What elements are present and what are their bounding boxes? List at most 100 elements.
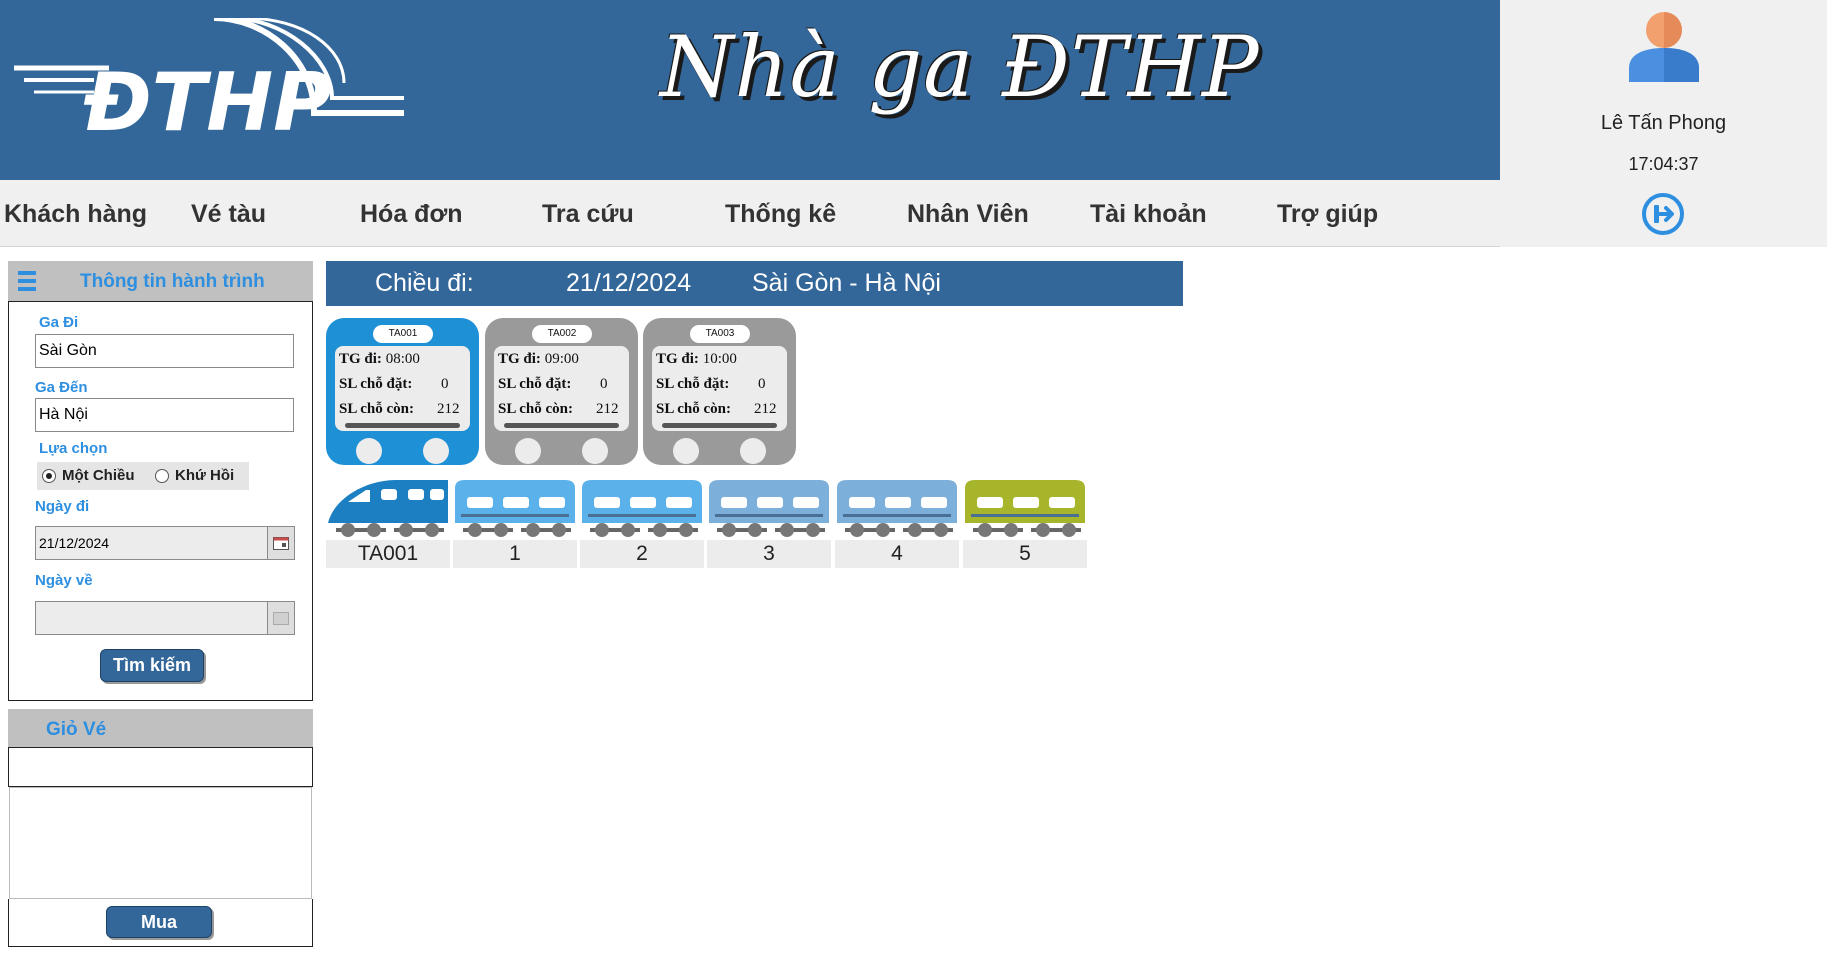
departure-row: TG đi: 08:00 <box>339 351 420 368</box>
booked-label: SL chỗ đặt: <box>498 376 572 392</box>
departure-label: TG đi: <box>656 351 699 367</box>
booked-row: SL chỗ đặt: 0 <box>656 376 766 393</box>
remaining-label: SL chỗ còn: <box>339 401 415 417</box>
booked-label: SL chỗ đặt: <box>339 376 413 392</box>
train-info-panel: TG đi: 09:00 SL chỗ đặt: 0 SL chỗ còn: 212 <box>494 346 629 431</box>
wheel-icon <box>515 438 541 464</box>
menu-nhan-vien[interactable]: Nhân Viên <box>907 200 1029 229</box>
trip-type-group: Một Chiều Khứ Hồi <box>37 462 249 490</box>
booked-row: SL chỗ đặt: 0 <box>339 376 449 393</box>
depart-date-input[interactable]: 21/12/2024 <box>35 526 268 560</box>
train-card[interactable]: TA002 TG đi: 09:00 SL chỗ đặt: 0 SL chỗ còn:… <box>485 318 638 465</box>
train-info-panel: TG đi: 10:00 SL chỗ đặt: 0 SL chỗ còn: 212 <box>652 346 787 431</box>
round-trip-radio[interactable]: Khứ Hồi <box>155 467 234 484</box>
booked-count: 0 <box>758 376 766 392</box>
menu-bar: Khách hàng Vé tàu Hóa đơn Tra cứu Thống … <box>0 180 1500 247</box>
remaining-count: 212 <box>754 401 777 417</box>
to-station-input[interactable] <box>35 398 294 432</box>
train-card[interactable]: TA001 TG đi: 08:00 SL chỗ đặt: 0 SL chỗ còn:… <box>326 318 479 465</box>
departure-time: 10:00 <box>702 351 737 367</box>
remaining-row: SL chỗ còn: 212 <box>498 401 619 418</box>
return-date-label: Ngày về <box>35 572 93 589</box>
train-info-panel: TG đi: 08:00 SL chỗ đặt: 0 SL chỗ còn: 212 <box>335 346 470 431</box>
wheel-icon <box>582 438 608 464</box>
user-avatar-icon <box>1629 12 1699 82</box>
train-car-icon <box>455 480 575 537</box>
car-label: 5 <box>963 540 1087 568</box>
booked-count: 0 <box>441 376 449 392</box>
train-car-icon <box>837 480 957 537</box>
card-divider <box>345 423 460 428</box>
car-label: TA001 <box>326 540 450 568</box>
trip-route: Sài Gòn - Hà Nội <box>752 269 941 297</box>
card-divider <box>504 423 619 428</box>
train-card[interactable]: TA003 TG đi: 10:00 SL chỗ đặt: 0 SL chỗ còn:… <box>643 318 796 465</box>
remaining-count: 212 <box>437 401 460 417</box>
departure-time: 09:00 <box>544 351 579 367</box>
one-way-label: Một Chiều <box>62 467 135 484</box>
train-car[interactable]: 2 <box>580 478 704 568</box>
depart-calendar-button[interactable] <box>267 526 295 560</box>
from-station-input[interactable] <box>35 334 294 368</box>
cart-header: Giỏ Vé <box>8 709 313 747</box>
dthp-logo: ĐTHP <box>14 18 404 138</box>
car-label: 3 <box>707 540 831 568</box>
menu-tai-khoan[interactable]: Tài khoản <box>1090 200 1207 229</box>
departure-row: TG đi: 09:00 <box>498 351 579 368</box>
menu-icon[interactable] <box>18 270 36 292</box>
remaining-row: SL chỗ còn: 212 <box>656 401 777 418</box>
train-code: TA003 <box>690 325 750 343</box>
cart-footer: Mua <box>8 899 313 947</box>
return-calendar-button <box>267 601 295 635</box>
train-code: TA001 <box>373 325 433 343</box>
menu-khach-hang[interactable]: Khách hàng <box>4 200 147 229</box>
trip-header: Chiều đi: 21/12/2024 Sài Gòn - Hà Nội <box>326 261 1183 306</box>
one-way-radio[interactable]: Một Chiều <box>42 467 135 484</box>
cart-summary <box>8 747 313 787</box>
menu-tro-giup[interactable]: Trợ giúp <box>1277 200 1378 229</box>
option-label: Lựa chọn <box>39 440 108 457</box>
header-banner: ĐTHP Nhà ga ĐTHP <box>0 0 1500 180</box>
locomotive[interactable]: TA001 <box>326 478 450 568</box>
train-car[interactable]: 4 <box>835 478 959 568</box>
car-label: 4 <box>835 540 959 568</box>
booked-label: SL chỗ đặt: <box>656 376 730 392</box>
train-car[interactable]: 3 <box>707 478 831 568</box>
direction-label: Chiều đi: <box>375 269 474 297</box>
wheel-icon <box>673 438 699 464</box>
departure-label: TG đi: <box>339 351 382 367</box>
menu-thong-ke[interactable]: Thống kê <box>725 200 836 229</box>
user-name: Lê Tấn Phong <box>1600 112 1727 134</box>
remaining-label: SL chỗ còn: <box>498 401 574 417</box>
departure-row: TG đi: 10:00 <box>656 351 737 368</box>
wheel-icon <box>423 438 449 464</box>
cart-list[interactable] <box>9 787 312 899</box>
calendar-disabled-icon <box>273 612 289 625</box>
car-label: 1 <box>453 540 577 568</box>
train-car[interactable]: 5 <box>963 478 1087 568</box>
depart-date-label: Ngày đi <box>35 498 90 515</box>
menu-hoa-don[interactable]: Hóa đơn <box>360 200 463 229</box>
search-button[interactable]: Tìm kiếm <box>100 649 204 682</box>
app-title: Nhà ga ĐTHP <box>660 18 1260 116</box>
booked-row: SL chỗ đặt: 0 <box>498 376 608 393</box>
departure-time: 08:00 <box>385 351 420 367</box>
user-panel: Lê Tấn Phong 17:04:37 <box>1500 0 1827 247</box>
remaining-count: 212 <box>596 401 619 417</box>
journey-panel-title: Thông tin hành trình <box>80 271 265 292</box>
logout-icon[interactable] <box>1641 192 1685 236</box>
radio-selected-icon <box>42 468 56 483</box>
remaining-label: SL chỗ còn: <box>656 401 732 417</box>
menu-ve-tau[interactable]: Vé tàu <box>191 200 266 229</box>
buy-button[interactable]: Mua <box>106 906 212 938</box>
journey-panel-header: Thông tin hành trình <box>8 261 313 301</box>
train-car[interactable]: 1 <box>453 478 577 568</box>
car-label: 2 <box>580 540 704 568</box>
train-code: TA002 <box>532 325 592 343</box>
wheel-icon <box>740 438 766 464</box>
trip-date: 21/12/2024 <box>566 269 692 297</box>
train-car-icon <box>709 480 829 537</box>
to-label: Ga Đến <box>35 379 88 396</box>
menu-tra-cuu[interactable]: Tra cứu <box>542 200 634 229</box>
svg-text:ĐTHP: ĐTHP <box>83 56 332 138</box>
